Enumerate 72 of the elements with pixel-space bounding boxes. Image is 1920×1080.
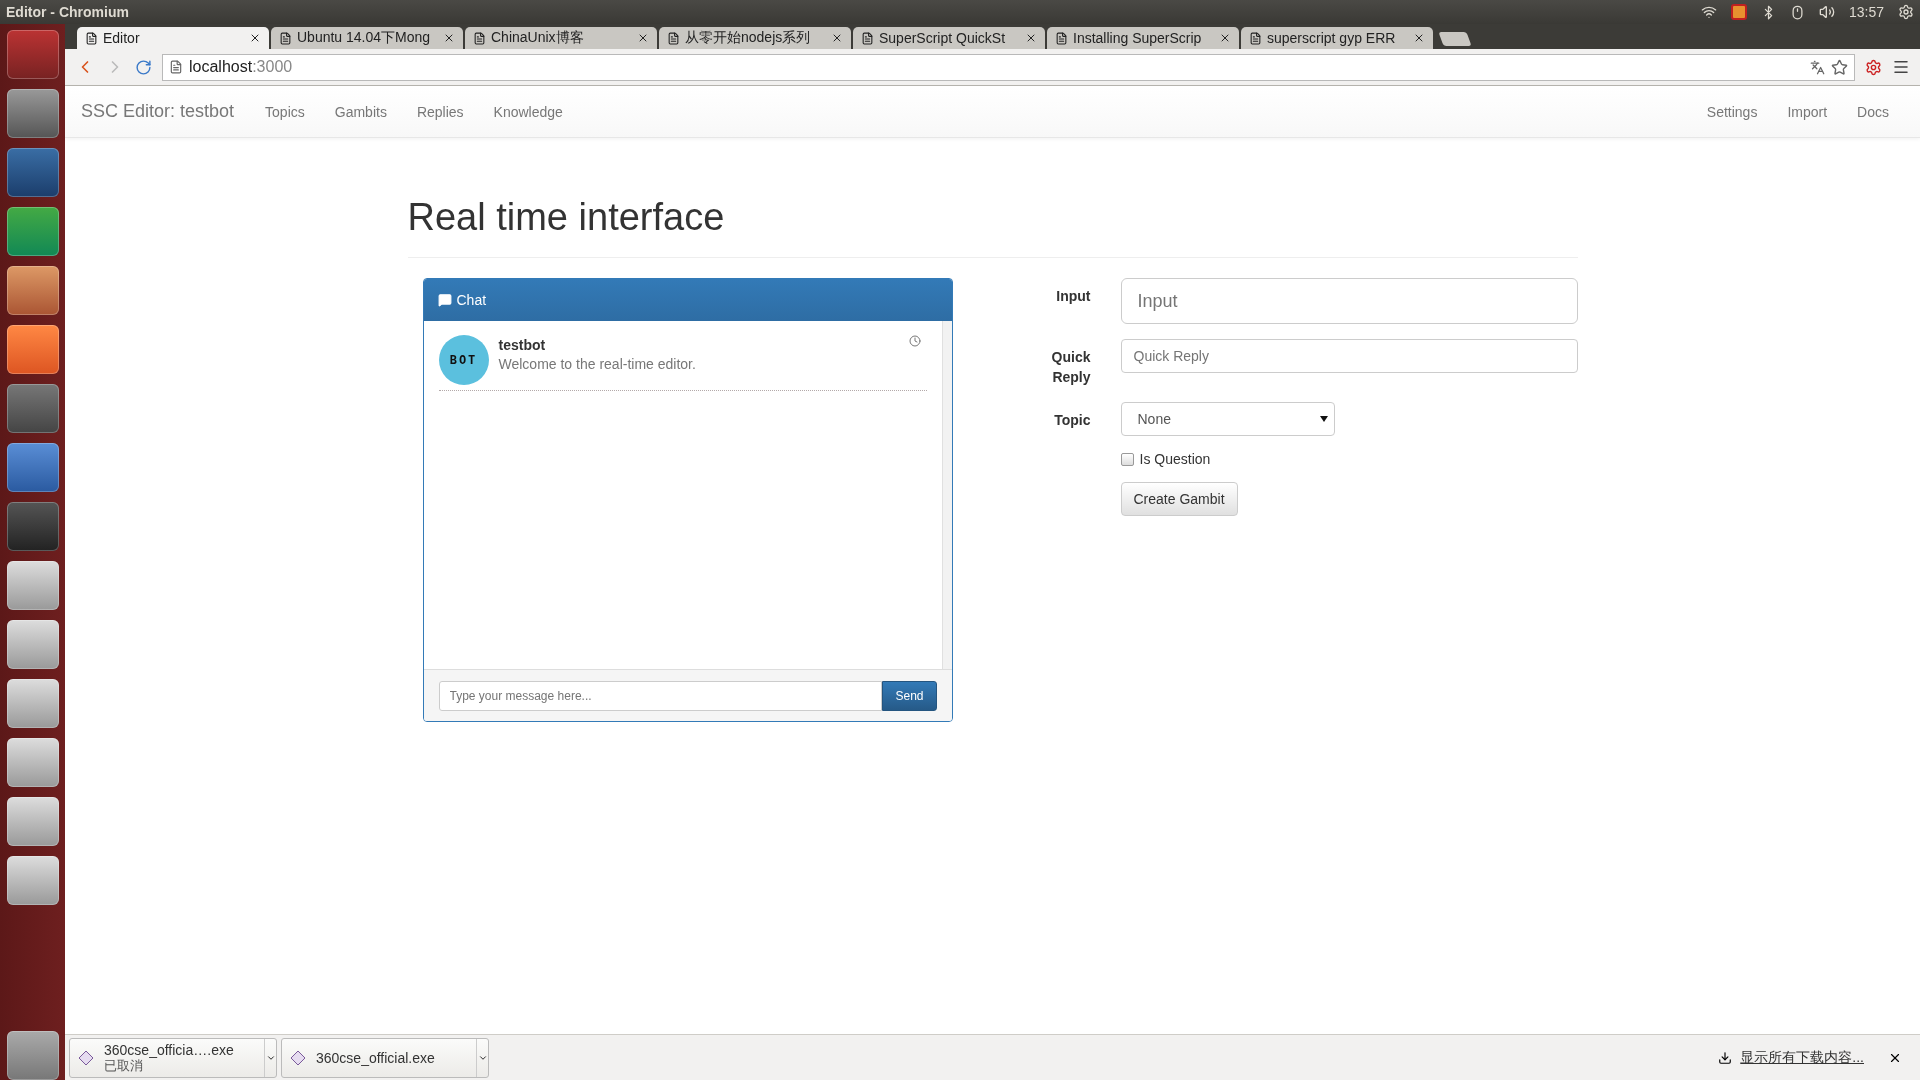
- nav-link[interactable]: Topics: [250, 103, 320, 120]
- page-icon: [85, 31, 98, 45]
- bot-avatar: BOT: [438, 335, 489, 385]
- page-icon: [169, 60, 183, 74]
- file-icon: [78, 1049, 94, 1066]
- message-input[interactable]: Type your message here...: [438, 680, 883, 711]
- quick-reply-field[interactable]: Quick Reply: [1120, 339, 1578, 373]
- file-icon: [290, 1049, 306, 1066]
- download-name: 360cse_official.exe: [316, 1049, 436, 1066]
- browser-tab[interactable]: ChinaUnix博客: [465, 27, 657, 49]
- page-icon: [1055, 31, 1068, 45]
- clock-time[interactable]: 13:57: [1848, 4, 1884, 20]
- volume-icon[interactable]: [1818, 4, 1835, 20]
- topic-select[interactable]: None: [1120, 402, 1335, 436]
- close-icon[interactable]: [443, 32, 455, 44]
- reload-icon[interactable]: [135, 58, 152, 76]
- window-title: Editor - Chromium: [6, 4, 130, 20]
- field-label: Topic: [1053, 411, 1091, 430]
- page-icon: [279, 31, 292, 45]
- close-icon[interactable]: [1413, 32, 1425, 44]
- address-bar[interactable]: localhost:3000: [162, 53, 1855, 81]
- field-label: Input: [1055, 287, 1091, 306]
- download-name: 360cse_officia….exe: [104, 1041, 235, 1058]
- nav-link[interactable]: Gambits: [319, 103, 402, 120]
- chat-title: Chat: [456, 292, 487, 308]
- download-item[interactable]: 360cse_official.exe: [281, 1037, 489, 1078]
- page-icon: [861, 31, 874, 45]
- download-item[interactable]: 360cse_officia….exe 已取消: [69, 1037, 277, 1078]
- checkbox[interactable]: [1120, 452, 1134, 466]
- chat-bubble-icon: [437, 293, 452, 307]
- close-icon[interactable]: [1025, 32, 1037, 44]
- nav-link[interactable]: Settings: [1691, 103, 1773, 120]
- nav-link[interactable]: Docs: [1842, 103, 1904, 120]
- new-tab-button[interactable]: [1438, 32, 1472, 46]
- wifi-icon[interactable]: [1700, 4, 1717, 20]
- page-icon: [473, 31, 486, 45]
- scrollbar[interactable]: [941, 321, 952, 669]
- browser-tab[interactable]: Editor: [77, 27, 269, 49]
- download-status: 已取消: [104, 1057, 143, 1074]
- close-icon[interactable]: [249, 32, 261, 44]
- field-label: Quick Reply: [1050, 348, 1091, 387]
- nav-link[interactable]: Replies: [401, 103, 479, 120]
- mouse-icon[interactable]: [1789, 4, 1805, 20]
- extension-icon[interactable]: [1865, 58, 1882, 76]
- message-text: Welcome to the real-time editor.: [498, 356, 696, 372]
- menu-icon[interactable]: [1892, 58, 1910, 76]
- browser-tab[interactable]: SuperScript QuickSt: [853, 27, 1045, 49]
- show-all-downloads-link[interactable]: 显示所有下载内容...: [1740, 1048, 1864, 1067]
- message-author: testbot: [498, 337, 547, 353]
- send-button[interactable]: Send: [882, 680, 937, 711]
- page-icon: [1249, 31, 1262, 45]
- close-icon[interactable]: [1219, 32, 1231, 44]
- caret-icon: [1319, 416, 1328, 422]
- page-icon: [667, 31, 680, 45]
- browser-tab[interactable]: Ubuntu 14.04下Mong: [271, 27, 463, 49]
- clock-icon: [908, 335, 921, 347]
- create-gambit-button[interactable]: Create Gambit: [1120, 482, 1238, 516]
- input-field[interactable]: Input: [1120, 278, 1578, 324]
- checkbox-label[interactable]: Is Question: [1139, 451, 1211, 467]
- navbar-brand[interactable]: SSC Editor: testbot: [81, 101, 235, 122]
- browser-tab[interactable]: Installing SuperScrip: [1047, 27, 1239, 49]
- nav-link[interactable]: Import: [1772, 103, 1843, 120]
- close-icon[interactable]: [831, 32, 843, 44]
- browser-tab[interactable]: superscript gyp ERR: [1241, 27, 1433, 49]
- browser-tab[interactable]: 从零开始nodejs系列: [659, 27, 851, 49]
- close-icon[interactable]: [637, 32, 649, 44]
- translate-icon[interactable]: [1810, 59, 1825, 75]
- input-method-icon[interactable]: [1730, 4, 1747, 20]
- download-icon: [1718, 1050, 1733, 1065]
- bookmark-star-icon[interactable]: [1831, 58, 1848, 76]
- page-heading: Real time interface: [407, 196, 1578, 258]
- nav-link[interactable]: Knowledge: [478, 103, 578, 120]
